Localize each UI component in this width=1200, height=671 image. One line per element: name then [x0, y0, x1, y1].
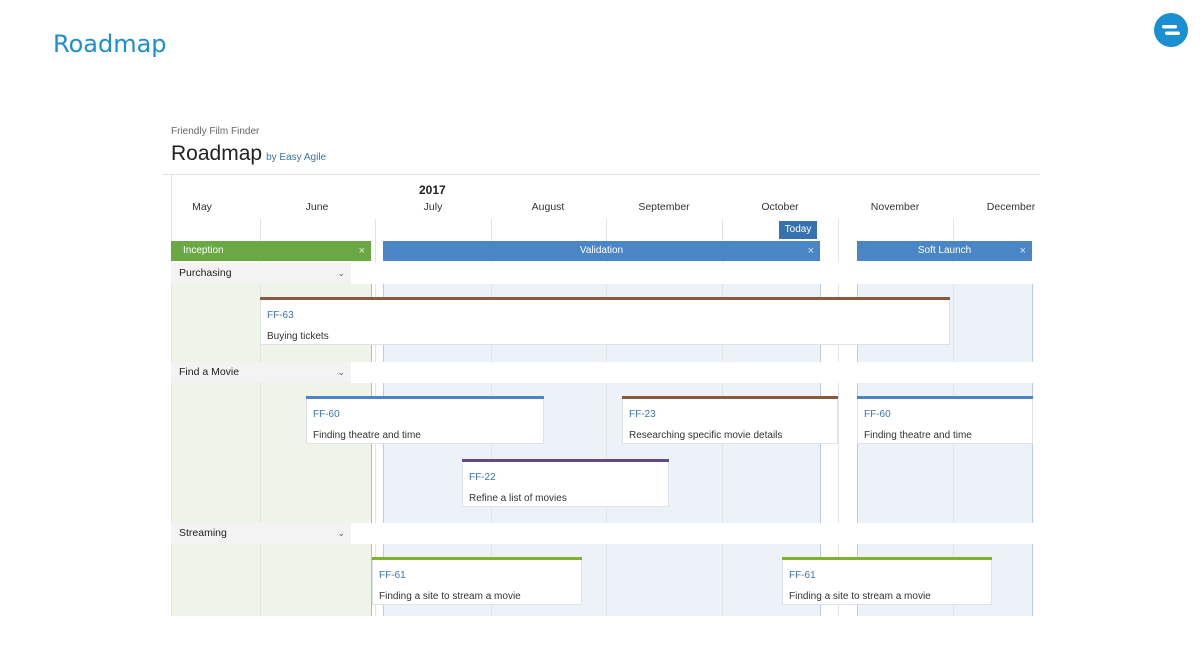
issue-summary: Finding a site to stream a movie: [789, 591, 931, 602]
phase-label: Inception: [183, 245, 224, 256]
month-label: November: [870, 201, 920, 213]
project-name: Friendly Film Finder: [171, 126, 260, 137]
year-label: 2017: [419, 183, 446, 197]
issue-summary: Finding theatre and time: [864, 430, 972, 441]
theme-label: Find a Movie: [179, 366, 240, 378]
chevron-down-icon[interactable]: ⌄: [337, 362, 345, 383]
epic-card[interactable]: FF-22 Refine a list of movies: [462, 459, 669, 507]
byline-link[interactable]: by Easy Agile: [266, 152, 326, 163]
epic-card[interactable]: FF-60 Finding theatre and time: [857, 396, 1033, 444]
month-label: August: [531, 201, 565, 213]
card-color-bar: [622, 396, 838, 399]
issue-key[interactable]: FF-60: [313, 409, 340, 420]
issue-key[interactable]: FF-63: [267, 310, 294, 321]
theme-row-purchasing: Purchasing ⌄: [162, 263, 1040, 284]
issue-key[interactable]: FF-23: [629, 409, 656, 420]
issue-key[interactable]: FF-61: [379, 570, 406, 581]
slide-title: Roadmap: [53, 30, 167, 58]
chevron-down-icon[interactable]: ⌄: [337, 263, 345, 284]
month-label: September: [638, 201, 690, 213]
epic-card[interactable]: FF-63 Buying tickets: [260, 297, 950, 345]
issue-summary: Researching specific movie details: [629, 430, 783, 441]
issue-summary: Finding a site to stream a movie: [379, 591, 521, 602]
month-label: July: [423, 201, 443, 213]
app-title: Roadmap by Easy Agile: [171, 142, 326, 166]
month-label: May: [192, 201, 212, 213]
month-label: October: [761, 201, 799, 213]
softlaunch-end-line: [1032, 283, 1033, 616]
roadmap-app: Friendly Film Finder Roadmap by Easy Agil…: [162, 120, 1042, 620]
epic-card[interactable]: FF-60 Finding theatre and time: [306, 396, 544, 444]
theme-header[interactable]: Purchasing ⌄: [171, 263, 351, 284]
chevron-down-icon[interactable]: ⌄: [337, 523, 345, 544]
epic-card[interactable]: FF-61 Finding a site to stream a movie: [372, 557, 582, 605]
today-marker[interactable]: Today: [779, 221, 817, 239]
issue-summary: Finding theatre and time: [313, 430, 421, 441]
card-color-bar: [372, 557, 582, 560]
epic-card[interactable]: FF-61 Finding a site to stream a movie: [782, 557, 992, 605]
epic-card[interactable]: FF-23 Researching specific movie details: [622, 396, 838, 444]
phase-inception[interactable]: Inception ×: [171, 241, 371, 261]
phase-soft-launch[interactable]: Soft Launch ×: [857, 241, 1032, 261]
phase-validation[interactable]: Validation ×: [383, 241, 820, 261]
card-color-bar: [782, 557, 992, 560]
theme-header[interactable]: Streaming ⌄: [171, 523, 351, 544]
phase-label: Soft Launch: [917, 245, 972, 256]
close-icon[interactable]: ×: [808, 241, 814, 261]
phase-label: Validation: [579, 245, 624, 256]
easy-agile-logo-icon: [1154, 13, 1188, 47]
card-color-bar: [306, 396, 544, 399]
card-color-bar: [260, 297, 950, 300]
close-icon[interactable]: ×: [1020, 241, 1026, 261]
issue-summary: Refine a list of movies: [469, 493, 567, 504]
issue-summary: Buying tickets: [267, 331, 329, 342]
theme-label: Purchasing: [179, 267, 232, 279]
theme-header[interactable]: Find a Movie ⌄: [171, 362, 351, 383]
card-color-bar: [462, 459, 669, 462]
card-color-bar: [857, 396, 1033, 399]
issue-key[interactable]: FF-61: [789, 570, 816, 581]
month-label: June: [305, 201, 329, 213]
theme-label: Streaming: [179, 527, 227, 539]
issue-key[interactable]: FF-60: [864, 409, 891, 420]
roadmap-heading: Roadmap: [171, 142, 263, 165]
month-label: December: [986, 201, 1036, 213]
issue-key[interactable]: FF-22: [469, 472, 496, 483]
theme-row-streaming: Streaming ⌄: [162, 523, 1040, 544]
roadmap-board: 2017 May June July August September Octo…: [162, 174, 1040, 616]
close-icon[interactable]: ×: [359, 241, 365, 261]
theme-row-find-a-movie: Find a Movie ⌄: [162, 362, 1040, 383]
